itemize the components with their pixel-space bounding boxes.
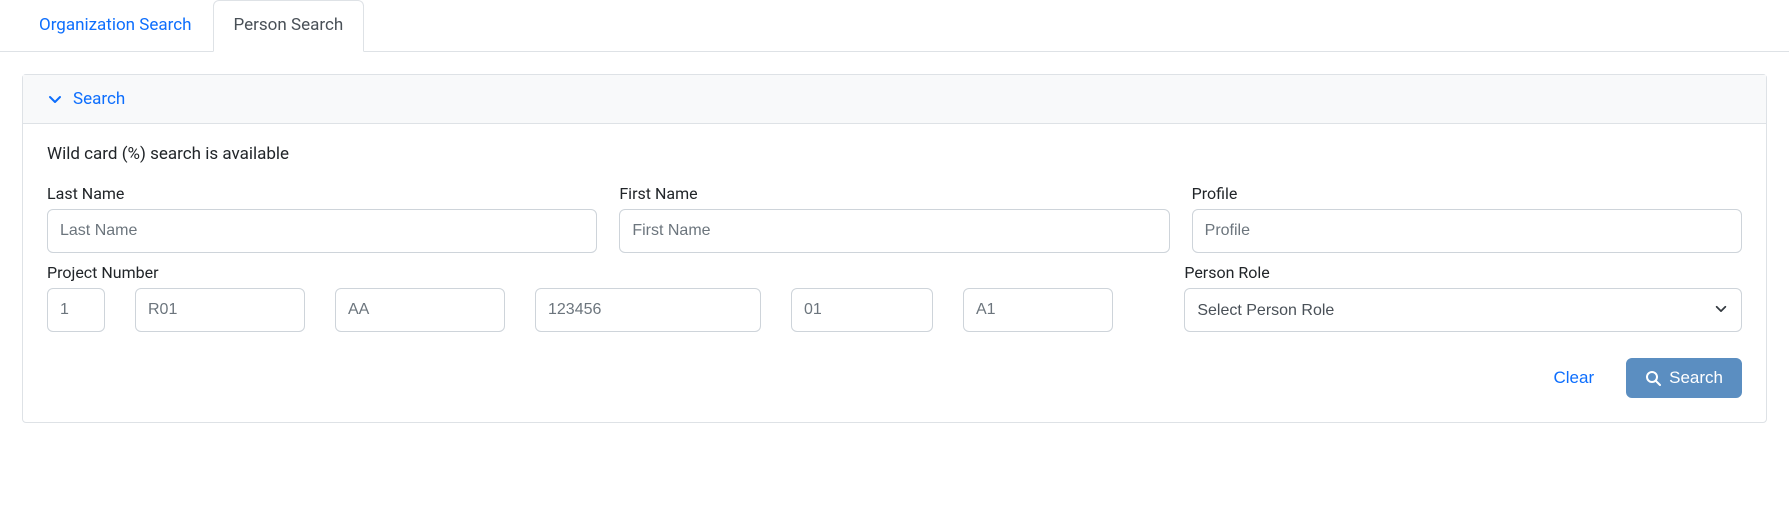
tab-label: Organization Search [39, 15, 192, 35]
first-name-input[interactable] [619, 209, 1169, 253]
actions-row: Clear Search [47, 358, 1742, 398]
tab-bar: Organization Search Person Search [0, 0, 1789, 52]
search-icon [1645, 370, 1661, 386]
project-number-part-6[interactable] [963, 288, 1113, 332]
search-button[interactable]: Search [1626, 358, 1742, 398]
profile-label: Profile [1192, 184, 1742, 203]
project-number-label: Project Number [47, 263, 1162, 282]
project-number-part-4[interactable] [535, 288, 761, 332]
search-button-label: Search [1669, 368, 1723, 388]
tab-person-search[interactable]: Person Search [213, 0, 365, 52]
project-number-part-1[interactable] [47, 288, 105, 332]
search-panel-title: Search [73, 89, 125, 109]
clear-button[interactable]: Clear [1550, 362, 1599, 394]
last-name-label: Last Name [47, 184, 597, 203]
project-number-part-3[interactable] [335, 288, 505, 332]
last-name-input[interactable] [47, 209, 597, 253]
chevron-down-icon [47, 91, 63, 107]
project-number-part-2[interactable] [135, 288, 305, 332]
first-name-label: First Name [619, 184, 1169, 203]
tab-organization-search[interactable]: Organization Search [18, 0, 213, 52]
tab-label: Person Search [234, 15, 344, 35]
clear-button-label: Clear [1554, 368, 1595, 387]
search-panel-body: Wild card (%) search is available Last N… [23, 124, 1766, 422]
profile-input[interactable] [1192, 209, 1742, 253]
person-role-select[interactable]: Select Person Role [1184, 288, 1742, 332]
project-number-part-5[interactable] [791, 288, 933, 332]
search-panel-header[interactable]: Search [23, 75, 1766, 124]
person-role-label: Person Role [1184, 263, 1742, 282]
wildcard-hint: Wild card (%) search is available [47, 144, 1742, 164]
search-panel: Search Wild card (%) search is available… [22, 74, 1767, 423]
project-number-group [47, 288, 1162, 332]
